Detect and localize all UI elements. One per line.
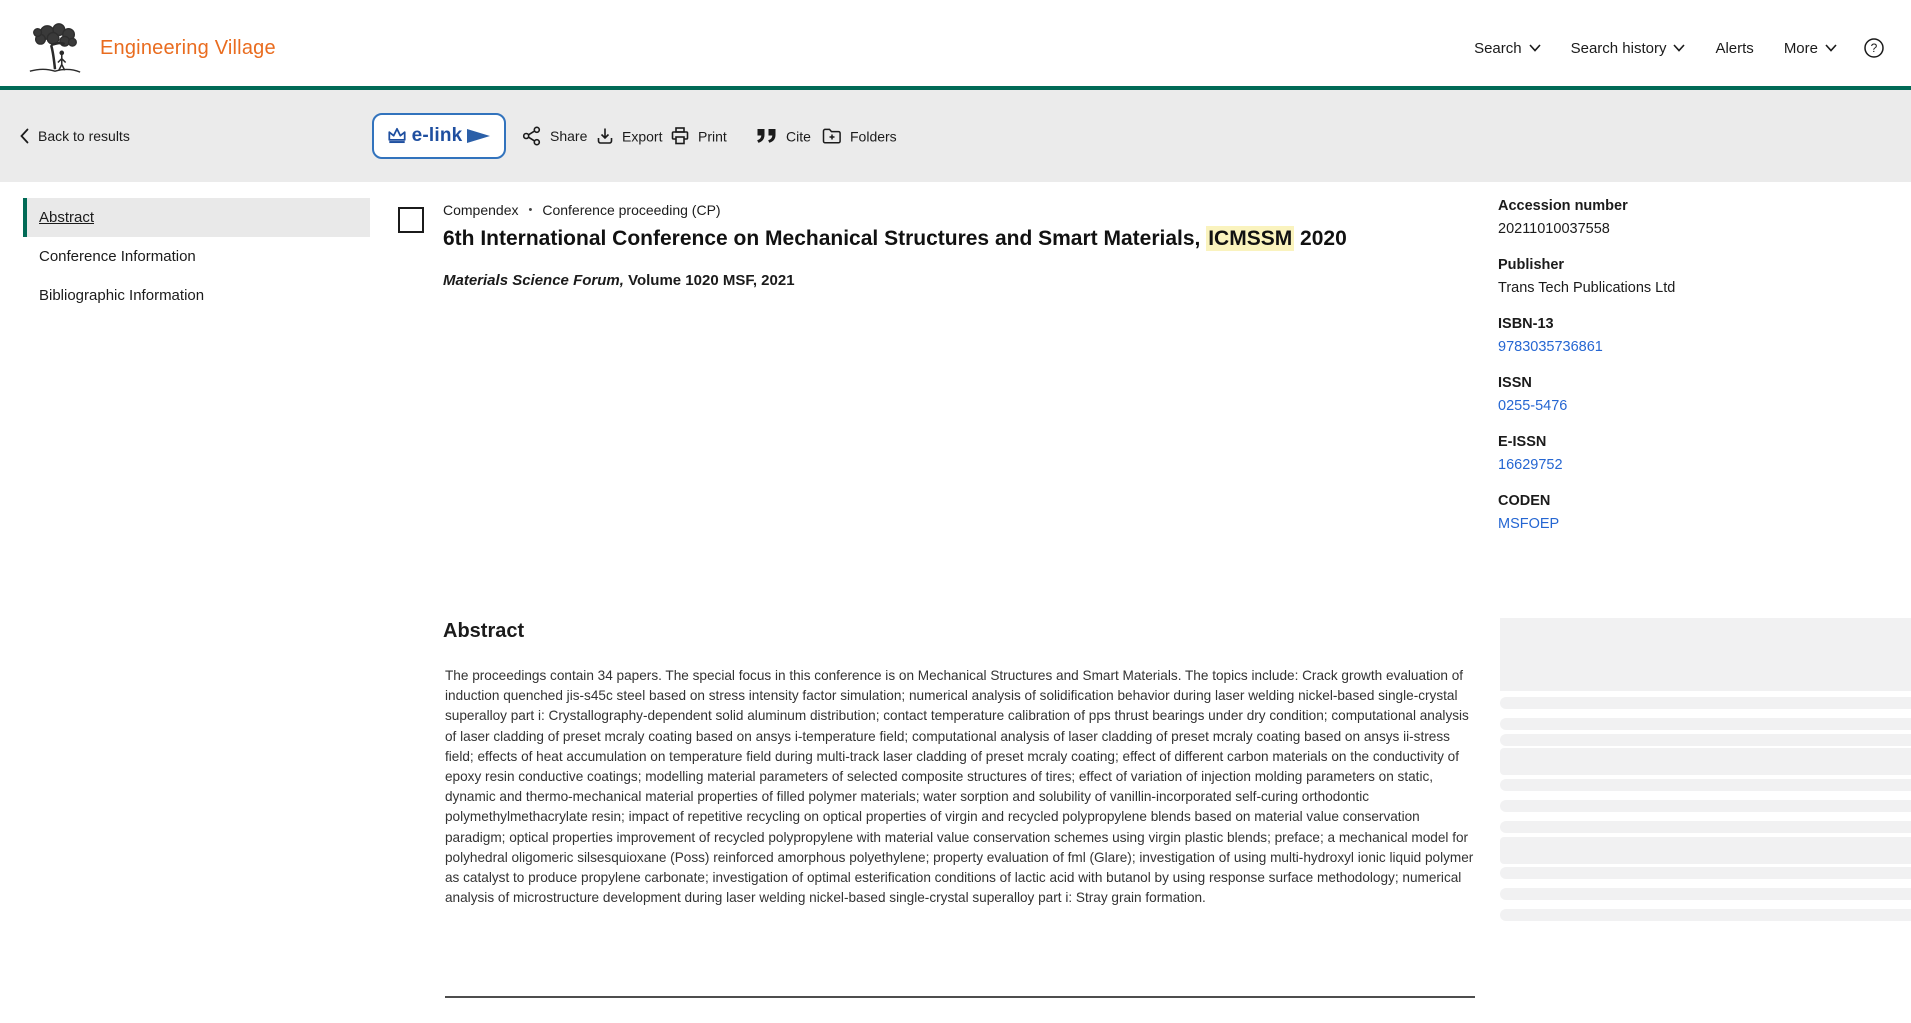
printer-icon bbox=[670, 127, 690, 146]
arrow-right-icon bbox=[466, 126, 492, 146]
abstract-heading: Abstract bbox=[443, 620, 524, 643]
field-value: Trans Tech Publications Ltd bbox=[1498, 280, 1898, 296]
field-label: CODEN bbox=[1498, 493, 1898, 509]
skeleton-bar bbox=[1500, 821, 1911, 833]
skeleton-bar bbox=[1500, 718, 1911, 730]
share-nodes-icon bbox=[522, 126, 542, 146]
chevron-down-icon bbox=[1673, 44, 1685, 52]
folders-label: Folders bbox=[850, 128, 897, 144]
field-label: ISBN-13 bbox=[1498, 316, 1898, 332]
nav-search[interactable]: Search bbox=[1474, 40, 1541, 57]
field-accession-number: Accession number 20211010037558 bbox=[1498, 198, 1898, 237]
header: Engineering Village Search Search histor… bbox=[0, 0, 1911, 86]
database-name: Compendex bbox=[443, 202, 519, 218]
title-text: 2020 bbox=[1294, 227, 1347, 250]
elink-button[interactable]: e-link bbox=[372, 113, 506, 159]
brand-title: Engineering Village bbox=[100, 37, 276, 60]
svg-text:?: ? bbox=[1871, 41, 1878, 55]
nav-search-label: Search bbox=[1474, 40, 1522, 57]
source-volume-year: Volume 1020 MSF, 2021 bbox=[624, 272, 795, 289]
field-publisher: Publisher Trans Tech Publications Ltd bbox=[1498, 257, 1898, 296]
chevron-left-icon bbox=[20, 128, 29, 144]
abstract-text: The proceedings contain 34 papers. The s… bbox=[445, 666, 1480, 908]
skeleton-bar bbox=[1500, 867, 1911, 879]
skeleton-bar bbox=[1500, 779, 1911, 791]
skeleton-block bbox=[1500, 618, 1911, 691]
field-label: ISSN bbox=[1498, 375, 1898, 391]
isbn13-link[interactable]: 9783035736861 bbox=[1498, 339, 1898, 355]
title-search-highlight: ICMSSM bbox=[1206, 226, 1294, 251]
document-type: Conference proceeding (CP) bbox=[542, 202, 720, 218]
sidebar-item-label: Conference Information bbox=[39, 248, 196, 265]
share-label: Share bbox=[550, 128, 587, 144]
print-button[interactable]: Print bbox=[670, 127, 727, 146]
skeleton-bar bbox=[1500, 800, 1911, 812]
skeleton-bar bbox=[1500, 837, 1911, 864]
field-label: E-ISSN bbox=[1498, 434, 1898, 450]
quote-icon bbox=[756, 128, 778, 145]
chevron-down-icon bbox=[1825, 44, 1837, 52]
sidebar-item-conference-information[interactable]: Conference Information bbox=[23, 237, 370, 276]
help-button[interactable]: ? bbox=[1863, 37, 1885, 59]
source-title: Materials Science Forum, bbox=[443, 272, 624, 289]
share-button[interactable]: Share bbox=[522, 126, 587, 146]
field-value: 20211010037558 bbox=[1498, 221, 1898, 237]
folders-button[interactable]: Folders bbox=[822, 128, 897, 145]
print-label: Print bbox=[698, 128, 727, 144]
skeleton-bar bbox=[1500, 697, 1911, 709]
record-details-panel: Accession number 20211010037558 Publishe… bbox=[1498, 198, 1898, 552]
nav-alerts-label: Alerts bbox=[1715, 40, 1753, 57]
title-text: 6th International Conference on Mechanic… bbox=[443, 227, 1206, 250]
sidebar-item-label: Bibliographic Information bbox=[39, 287, 204, 304]
issn-link[interactable]: 0255-5476 bbox=[1498, 398, 1898, 414]
cite-button[interactable]: Cite bbox=[756, 128, 811, 145]
export-button[interactable]: Export bbox=[596, 127, 662, 146]
back-to-results-label: Back to results bbox=[38, 128, 130, 144]
sidebar-item-bibliographic-information[interactable]: Bibliographic Information bbox=[23, 276, 370, 315]
brand-home-link[interactable]: Engineering Village bbox=[26, 20, 276, 76]
field-issn: ISSN 0255-5476 bbox=[1498, 375, 1898, 414]
meta-separator: • bbox=[529, 204, 533, 216]
export-label: Export bbox=[622, 128, 662, 144]
nav-search-history-label: Search history bbox=[1571, 40, 1667, 57]
cite-label: Cite bbox=[786, 128, 811, 144]
sidebar-item-abstract[interactable]: Abstract bbox=[23, 198, 370, 237]
ad-placeholder-skeleton bbox=[1500, 618, 1911, 921]
page: Engineering Village Search Search histor… bbox=[0, 0, 1911, 1023]
elsevier-tree-logo-icon bbox=[26, 20, 84, 76]
source-publication: Materials Science Forum, Volume 1020 MSF… bbox=[443, 272, 795, 289]
record-title: 6th International Conference on Mechanic… bbox=[443, 224, 1443, 254]
help-icon: ? bbox=[1863, 37, 1885, 59]
record-meta: Compendex • Conference proceeding (CP) bbox=[443, 202, 721, 218]
top-nav: Search Search history Alerts More bbox=[1474, 40, 1837, 57]
chevron-down-icon bbox=[1529, 44, 1541, 52]
skeleton-bar bbox=[1500, 734, 1911, 746]
nav-more-label: More bbox=[1784, 40, 1818, 57]
eissn-link[interactable]: 16629752 bbox=[1498, 457, 1898, 473]
field-isbn13: ISBN-13 9783035736861 bbox=[1498, 316, 1898, 355]
nav-more[interactable]: More bbox=[1784, 40, 1837, 57]
skeleton-bar bbox=[1500, 909, 1911, 921]
nav-alerts[interactable]: Alerts bbox=[1715, 40, 1753, 57]
coden-link[interactable]: MSFOEP bbox=[1498, 516, 1898, 532]
back-to-results-link[interactable]: Back to results bbox=[20, 128, 130, 144]
record-section-nav: Abstract Conference Information Bibliogr… bbox=[23, 198, 370, 315]
elink-label: e-link bbox=[412, 125, 463, 147]
field-label: Publisher bbox=[1498, 257, 1898, 273]
field-coden: CODEN MSFOEP bbox=[1498, 493, 1898, 532]
sidebar-item-label: Abstract bbox=[39, 209, 94, 226]
download-icon bbox=[596, 127, 614, 146]
field-eissn: E-ISSN 16629752 bbox=[1498, 434, 1898, 473]
skeleton-bar bbox=[1500, 748, 1911, 775]
folder-plus-icon bbox=[822, 128, 842, 145]
skeleton-bar bbox=[1500, 888, 1911, 900]
record-select-checkbox[interactable] bbox=[398, 207, 424, 233]
crown-icon bbox=[386, 125, 408, 147]
toolbar: Back to results e-link Share bbox=[0, 90, 1911, 182]
nav-search-history[interactable]: Search history bbox=[1571, 40, 1686, 57]
field-label: Accession number bbox=[1498, 198, 1898, 214]
section-divider bbox=[445, 996, 1475, 998]
